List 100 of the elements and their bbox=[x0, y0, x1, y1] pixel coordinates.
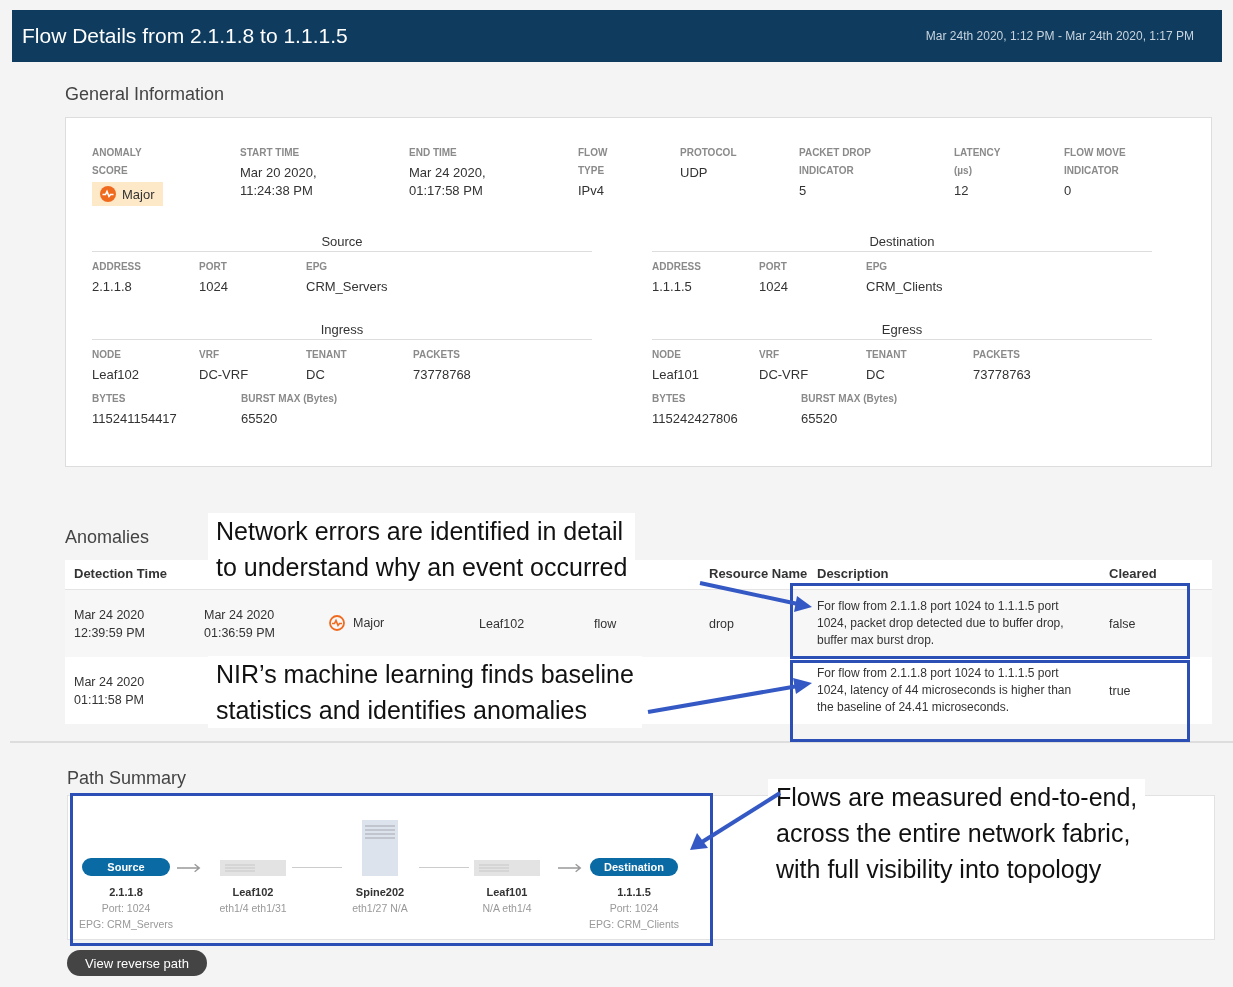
node-detail: Port: 1024 bbox=[101, 902, 151, 914]
section-title: General Information bbox=[65, 84, 225, 105]
field-label: FLOW MOVE INDICATOR bbox=[1064, 146, 1127, 178]
field-label: PORT bbox=[199, 260, 228, 274]
node-name: Leaf101 bbox=[486, 886, 528, 898]
field-label: TENANT bbox=[866, 348, 908, 362]
page-title: Flow Details from 2.1.1.8 to 1.1.1.5 bbox=[22, 24, 348, 48]
field-label: PROTOCOL bbox=[680, 146, 738, 160]
field-value: 1024 bbox=[759, 278, 789, 296]
field-value: Leaf102 bbox=[92, 366, 140, 384]
link-line bbox=[291, 867, 342, 868]
field-label: NODE bbox=[652, 348, 682, 362]
table-cell: Mar 24 2020 01:11:58 PM bbox=[74, 674, 145, 707]
field-value: 65520 bbox=[801, 410, 839, 428]
field-value: DC-VRF bbox=[759, 366, 810, 384]
field-value: 115241154417 bbox=[92, 410, 178, 428]
group-heading: Destination bbox=[652, 234, 1152, 252]
node-name: Spine202 bbox=[355, 886, 405, 898]
node-name: 1.1.1.5 bbox=[617, 886, 651, 898]
server-icon bbox=[362, 820, 398, 876]
field-label: NODE bbox=[92, 348, 122, 362]
field-value: 65520 bbox=[241, 410, 279, 428]
field-label: BURST MAX (Bytes) bbox=[241, 392, 339, 406]
table-cell: drop bbox=[709, 616, 735, 631]
column-header: Resource Name bbox=[709, 566, 808, 581]
table-cell: Mar 24 2020 12:39:59 PM bbox=[74, 607, 145, 640]
node-detail: EPG: CRM_Clients bbox=[589, 918, 679, 930]
callout-text: NIR’s machine learning finds baseline statistics and identifies anomalies bbox=[208, 656, 642, 728]
section-title: Anomalies bbox=[65, 527, 150, 548]
arrow-icon bbox=[557, 863, 584, 873]
field-label: ADDRESS bbox=[652, 260, 702, 274]
field-value: IPv4 bbox=[578, 182, 605, 200]
group-heading: Egress bbox=[652, 322, 1152, 340]
switch-icon bbox=[474, 860, 540, 876]
table-cell: flow bbox=[594, 616, 617, 631]
table-cell: false bbox=[1109, 616, 1136, 631]
field-label: END TIME bbox=[409, 146, 458, 160]
table-cell: Leaf102 bbox=[479, 616, 525, 631]
table-cell: Mar 24 2020 01:36:59 PM bbox=[204, 607, 275, 640]
field-label: PACKETS bbox=[973, 348, 1022, 362]
field-value: DC bbox=[306, 366, 326, 384]
field-label: EPG bbox=[866, 260, 889, 274]
pulse-icon bbox=[329, 614, 345, 631]
field-value: 115242427806 bbox=[652, 410, 739, 428]
field-label: ADDRESS bbox=[92, 260, 142, 274]
table-cell-text: For flow from 2.1.1.8 port 1024 to 1.1.1.5 port 1024, packet drop detected due to buffer drop, buffer max burst drop. bbox=[817, 598, 1065, 649]
field-label: PACKETS bbox=[413, 348, 462, 362]
column-header: Description bbox=[817, 566, 889, 581]
field-value: 1.1.1.5 bbox=[652, 278, 693, 296]
node-detail: Port: 1024 bbox=[609, 902, 659, 914]
field-label: TENANT bbox=[306, 348, 348, 362]
table-cell: true bbox=[1109, 683, 1131, 698]
node-name: Leaf102 bbox=[232, 886, 274, 898]
endpoint-badge: Destination bbox=[590, 858, 678, 876]
field-label: BYTES bbox=[92, 392, 127, 406]
field-value: DC bbox=[866, 366, 886, 384]
arrow-icon bbox=[176, 863, 203, 873]
field-value: DC-VRF bbox=[199, 366, 250, 384]
switch-icon bbox=[220, 860, 286, 876]
view-reverse-path-button[interactable]: View reverse path bbox=[67, 950, 207, 976]
field-value: 0 bbox=[1064, 182, 1073, 200]
node-detail: EPG: CRM_Servers bbox=[79, 918, 173, 930]
field-label: ANOMALY SCORE bbox=[92, 146, 143, 178]
field-value: 73778768 bbox=[413, 366, 472, 384]
field-value: Leaf101 bbox=[652, 366, 700, 384]
time-range: Mar 24th 2020, 1:12 PM - Mar 24th 2020, 1:17 PM bbox=[925, 29, 1194, 43]
section-title: Path Summary bbox=[67, 768, 187, 789]
field-value: 73778763 bbox=[973, 366, 1032, 384]
field-label: VRF bbox=[199, 348, 220, 362]
field-value: 12 bbox=[954, 182, 970, 200]
field-label: PACKET DROP INDICATOR bbox=[799, 146, 873, 178]
node-detail: eth1/4 eth1/31 bbox=[219, 902, 287, 914]
field-label: BYTES bbox=[652, 392, 687, 406]
field-label: EPG bbox=[306, 260, 329, 274]
column-header: Detection Time bbox=[74, 566, 167, 581]
severity-badge: Major bbox=[92, 182, 163, 206]
link-line bbox=[418, 867, 469, 868]
field-value: 2.1.1.8 bbox=[92, 278, 133, 296]
field-label: FLOW TYPE bbox=[578, 146, 609, 178]
field-value: CRM_Servers bbox=[306, 278, 389, 296]
field-value: 5 bbox=[799, 182, 808, 200]
field-label: START TIME bbox=[240, 146, 301, 160]
group-heading: Source bbox=[92, 234, 592, 252]
node-name: 2.1.1.8 bbox=[109, 886, 143, 898]
pulse-icon bbox=[100, 186, 116, 202]
table-cell-text: For flow from 2.1.1.8 port 1024 to 1.1.1.5 port 1024, latency of 44 microseconds is higher than the baseline of 24.41 microseconds. bbox=[817, 665, 1073, 716]
field-value: 1024 bbox=[199, 278, 229, 296]
field-value: UDP bbox=[680, 164, 709, 182]
severity-label: Major bbox=[353, 614, 385, 632]
endpoint-badge: Source bbox=[82, 858, 170, 876]
column-header: Cleared bbox=[1109, 566, 1157, 581]
group-heading: Ingress bbox=[92, 322, 592, 340]
field-value: CRM_Clients bbox=[866, 278, 944, 296]
field-value: Mar 20 2020, 11:24:38 PM bbox=[240, 164, 318, 200]
field-value: Mar 24 2020, 01:17:58 PM bbox=[409, 164, 487, 200]
field-label: PORT bbox=[759, 260, 788, 274]
node-detail: eth1/27 N/A bbox=[352, 902, 408, 914]
field-label: VRF bbox=[759, 348, 780, 362]
field-label: LATENCY (µs) bbox=[954, 146, 1002, 178]
field-label: BURST MAX (Bytes) bbox=[801, 392, 899, 406]
